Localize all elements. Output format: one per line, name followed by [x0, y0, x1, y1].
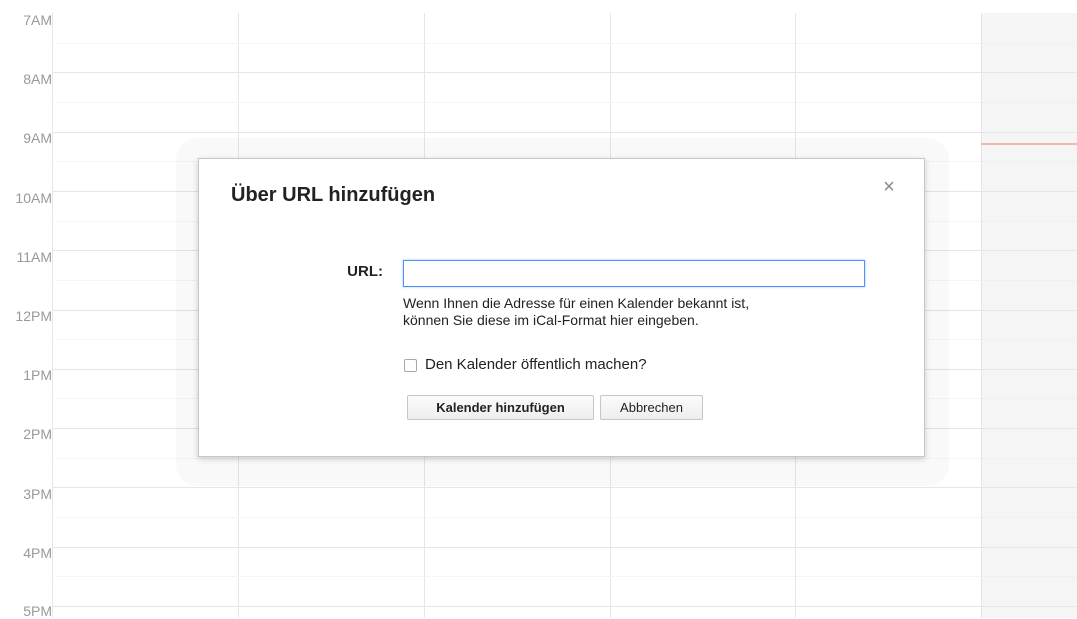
- add-by-url-dialog: Über URL hinzufügen × URL: Wenn Ihnen di…: [198, 158, 925, 457]
- current-time-indicator: [981, 143, 1077, 145]
- url-label: URL:: [347, 263, 383, 280]
- time-label: 12PM: [15, 308, 52, 324]
- half-hour-gridline: [52, 43, 1077, 44]
- public-calendar-checkbox[interactable]: [404, 358, 417, 372]
- half-hour-gridline: [52, 576, 1077, 577]
- hour-gridline: [52, 132, 1077, 133]
- day-column-divider: [981, 13, 982, 618]
- half-hour-gridline: [52, 102, 1077, 103]
- time-label: 8AM: [23, 71, 52, 87]
- dialog-title: Über URL hinzufügen: [231, 184, 436, 206]
- time-label: 10AM: [15, 190, 52, 206]
- hour-gridline: [52, 547, 1077, 548]
- help-text-line: Wenn Ihnen die Adresse für einen Kalende…: [403, 295, 750, 311]
- time-label: 9AM: [23, 130, 52, 146]
- hour-gridline: [52, 606, 1077, 607]
- hour-gridline: [52, 72, 1077, 73]
- url-help-text: Wenn Ihnen die Adresse für einen Kalende…: [403, 295, 873, 329]
- cancel-button[interactable]: Abbrechen: [600, 395, 703, 420]
- add-calendar-button[interactable]: Kalender hinzufügen: [407, 395, 594, 420]
- public-calendar-label[interactable]: Den Kalender öffentlich machen?: [425, 356, 647, 374]
- today-column: [981, 13, 1077, 618]
- help-text-line: können Sie diese im iCal-Format hier ein…: [403, 312, 699, 328]
- time-label: 7AM: [23, 12, 52, 28]
- time-label: 3PM: [23, 486, 52, 502]
- time-label: 5PM: [23, 603, 52, 619]
- time-gutter-divider: [52, 13, 53, 618]
- time-label: 2PM: [23, 426, 52, 442]
- half-hour-gridline: [52, 517, 1077, 518]
- time-label: 4PM: [23, 545, 52, 561]
- url-input[interactable]: [403, 260, 865, 287]
- hour-gridline: [52, 487, 1077, 488]
- public-calendar-option[interactable]: Den Kalender öffentlich machen?: [403, 355, 647, 375]
- time-label: 1PM: [23, 367, 52, 383]
- time-label: 11AM: [16, 249, 52, 265]
- close-icon[interactable]: ×: [879, 177, 899, 197]
